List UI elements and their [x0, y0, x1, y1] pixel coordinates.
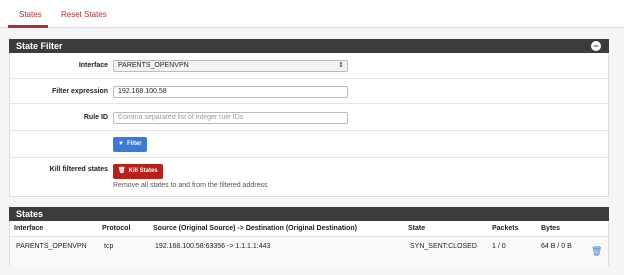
col-state: State: [408, 225, 426, 232]
active-tab-indicator: [8, 25, 48, 28]
row-state: SYN_SENT:CLOSED: [410, 243, 477, 250]
states-title: States: [16, 209, 44, 219]
rule-id-row: Rule ID Comma separated list of integer …: [10, 104, 608, 131]
filter-button[interactable]: ▼ Filter: [113, 137, 147, 152]
collapse-icon[interactable]: −: [591, 41, 601, 51]
kill-states-button-label: Kill States: [128, 168, 158, 174]
states-body: Interface Protocol Source (Original Sour…: [9, 221, 609, 266]
row-protocol: tcp: [104, 243, 114, 250]
row-bytes: 64 B / 0 B: [541, 243, 572, 250]
filter-button-row: ▼ Filter: [10, 131, 608, 158]
filter-expression-input[interactable]: 192.168.100.58: [113, 86, 348, 98]
filter-icon: ▼: [118, 141, 124, 147]
col-packets: Packets: [492, 225, 519, 232]
interface-select[interactable]: PARENTS_OPENVPN ⇕: [113, 60, 348, 72]
tab-states[interactable]: States: [19, 10, 42, 19]
interface-row: Interface PARENTS_OPENVPN ⇕: [10, 53, 608, 79]
states-table-header: Interface Protocol Source (Original Sour…: [10, 221, 608, 237]
filter-button-label: Filter: [126, 141, 142, 147]
kill-filtered-states-label: Kill filtered states: [49, 166, 108, 173]
kill-states-button[interactable]: 🗑 Kill States: [113, 164, 163, 179]
interface-select-value: PARENTS_OPENVPN: [118, 62, 189, 69]
col-bytes: Bytes: [541, 225, 561, 232]
row-interface: PARENTS_OPENVPN: [16, 243, 87, 250]
filter-expression-label: Filter expression: [51, 88, 108, 95]
state-filter-header: State Filter −: [9, 39, 609, 53]
kill-states-row: Kill filtered states 🗑 Kill States Remove…: [10, 158, 608, 197]
col-source-destination: Source (Original Source) -> Destination …: [153, 225, 357, 232]
delete-state-trash-icon[interactable]: 🗑: [591, 246, 602, 256]
tab-reset-states[interactable]: Reset States: [61, 10, 107, 19]
row-source-destination: 192.168.100.58:63356 -> 1.1.1.1:443: [155, 243, 271, 250]
select-caret-icon: ⇕: [338, 62, 344, 69]
filter-expression-row: Filter expression 192.168.100.58: [10, 79, 608, 104]
trash-icon: 🗑: [118, 168, 126, 174]
state-filter-title: State Filter: [16, 41, 63, 51]
kill-states-help: Remove all states to and from the filter…: [113, 182, 268, 189]
states-header: States: [9, 207, 609, 221]
col-protocol: Protocol: [102, 225, 131, 232]
interface-label: Interface: [78, 62, 108, 69]
col-interface: Interface: [14, 225, 44, 232]
table-row: PARENTS_OPENVPN tcp 192.168.100.58:63356…: [10, 237, 608, 266]
rule-id-label: Rule ID: [83, 114, 108, 121]
state-filter-body: Interface PARENTS_OPENVPN ⇕ Filter expre…: [9, 53, 609, 197]
rule-id-input[interactable]: Comma separated list of integer rule IDs: [113, 112, 348, 124]
tab-bar: States Reset States: [0, 0, 624, 28]
row-packets: 1 / 0: [492, 243, 506, 250]
